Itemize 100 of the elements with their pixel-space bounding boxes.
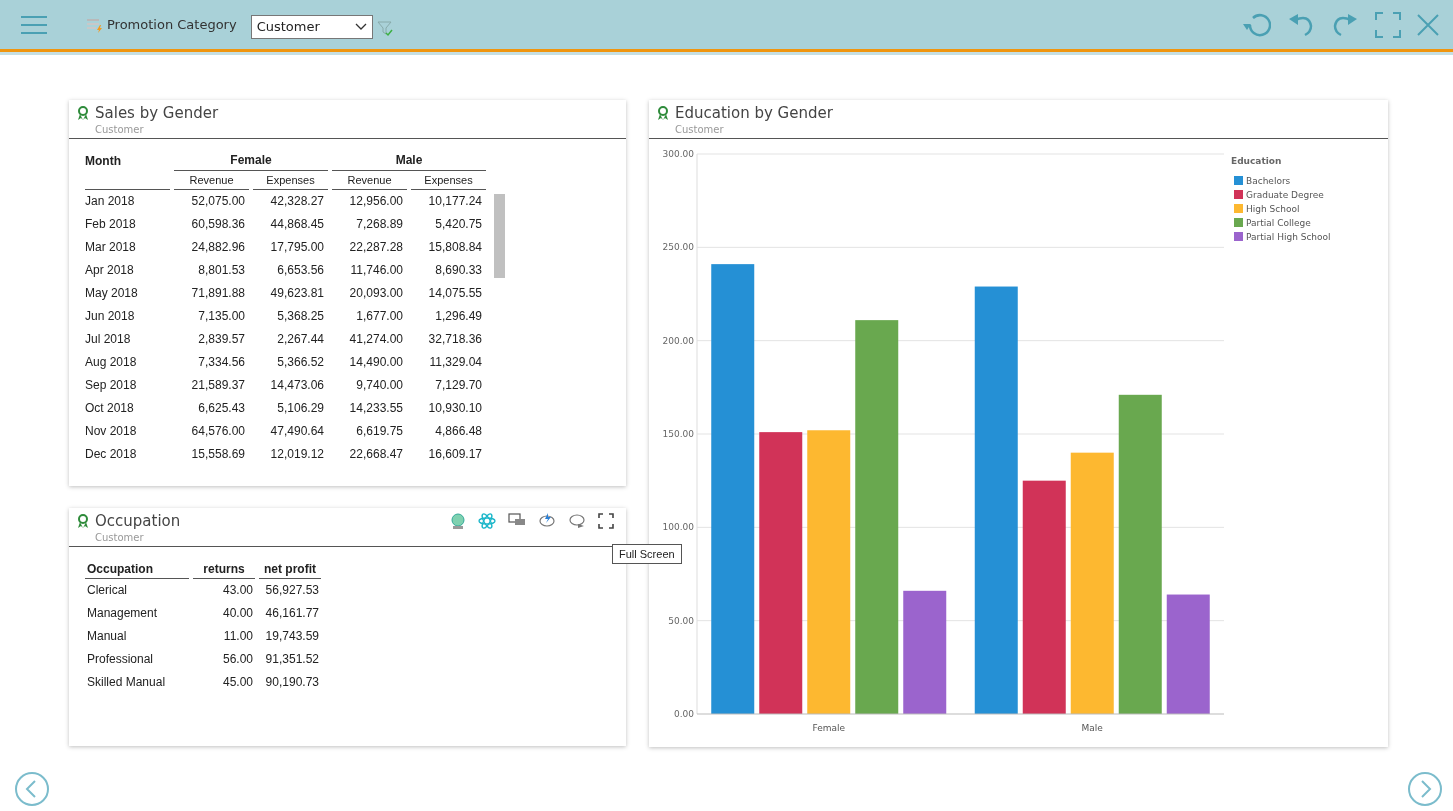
table-cell-text: 56,927.53 (264, 582, 320, 599)
panel-title: Education by Gender (675, 104, 833, 122)
axis-tick-label: 100.00 (662, 522, 694, 533)
table-cell-text: 7,268.89 (355, 216, 404, 233)
table-cell-text: Mar 2018 (85, 239, 137, 256)
legend-label: Partial College (1246, 218, 1311, 228)
table-cell-text: 71,891.88 (190, 285, 246, 302)
column-header: Month (85, 153, 122, 170)
table-cell-text: 6,619.75 (355, 423, 404, 440)
panel-subtitle: Customer (95, 124, 145, 135)
legend-title: Education (1231, 156, 1282, 166)
table-cell-text: 16,609.17 (427, 446, 483, 463)
table-cell-text: 22,668.47 (348, 446, 404, 463)
table-cell-text: 47,490.64 (269, 423, 325, 440)
lightning-loop-icon[interactable] (538, 513, 556, 529)
table-cell-text: 7,129.70 (434, 377, 483, 394)
axis-tick-label: 200.00 (662, 335, 694, 346)
filter-list-icon (87, 16, 103, 33)
table-cell-text: 11,746.00 (349, 262, 404, 279)
tooltip: Full Screen (612, 544, 682, 564)
table-cell-text: 5,106.29 (276, 400, 325, 417)
table-cell-text: Management (86, 605, 159, 622)
bar[interactable] (903, 590, 947, 714)
table-cell-text: 91,351.52 (264, 651, 320, 668)
column-header: Expenses (253, 171, 328, 190)
bar[interactable] (1166, 594, 1210, 714)
column-header: net profit (259, 559, 321, 579)
legend-label: High School (1246, 204, 1300, 214)
table-cell-text: 4,866.48 (434, 423, 483, 440)
fullscreen-icon[interactable] (598, 513, 614, 529)
atom-icon[interactable] (478, 513, 496, 529)
previous-button[interactable] (14, 771, 50, 807)
table-cell-text: Professional (86, 651, 155, 668)
funnel-check-icon[interactable] (376, 20, 393, 37)
chevron-down-icon (354, 22, 367, 31)
crystal-ball-icon[interactable] (450, 513, 466, 529)
table-cell-text: Apr 2018 (85, 262, 135, 279)
table-cell-text: 5,366.52 (276, 354, 325, 371)
category-label: Male (1081, 723, 1103, 733)
column-header: Revenue (174, 171, 249, 190)
bar[interactable] (1070, 452, 1114, 714)
table-cell-text: 14,473.06 (269, 377, 325, 394)
bar[interactable] (974, 286, 1018, 714)
table-cell-text: 6,625.43 (197, 400, 246, 417)
bar[interactable] (759, 432, 803, 714)
table-cell-text: Nov 2018 (85, 423, 138, 440)
column-header: Revenue (332, 171, 407, 190)
table-cell-text: 5,420.75 (434, 216, 483, 233)
column-header: Expenses (411, 171, 486, 190)
table-cell-text: 7,334.56 (197, 354, 246, 371)
table-cell-text: Oct 2018 (85, 400, 135, 417)
table-cell-text: 42,328.27 (269, 193, 325, 210)
column-header: returns (193, 559, 255, 579)
table-cell-text: Clerical (86, 582, 128, 599)
table-cell-text: 14,490.00 (348, 354, 404, 371)
table-cell-text: 8,690.33 (434, 262, 483, 279)
scrollbar-thumb[interactable] (494, 194, 505, 278)
filter-label: Promotion Category (107, 17, 237, 32)
ribbon-icon (657, 106, 669, 120)
table-cell-text: 12,956.00 (348, 193, 404, 210)
menu-icon[interactable] (21, 14, 47, 35)
panel-title: Occupation (95, 512, 181, 530)
redo-icon[interactable] (1331, 11, 1359, 38)
table-cell-text: 15,558.69 (190, 446, 246, 463)
table-cell-text: Jan 2018 (85, 193, 136, 210)
table-cell-text: 21,589.37 (190, 377, 246, 394)
table-cell-text: 32,718.36 (427, 331, 483, 348)
table-cell-text: May 2018 (85, 285, 139, 302)
table-cell-text: 2,839.57 (197, 331, 246, 348)
table-cell-text: 11,329.04 (428, 354, 483, 371)
column-group-header: Male (332, 151, 486, 171)
table-cell-text: 43.00 (221, 582, 254, 599)
table-cell-text: 5,368.25 (276, 308, 325, 325)
table-cell-text: Sep 2018 (85, 377, 138, 394)
next-button[interactable] (1407, 771, 1443, 807)
panel-subtitle: Customer (675, 124, 725, 135)
undo-icon[interactable] (1287, 11, 1315, 38)
bar[interactable] (855, 320, 899, 714)
table-cell-text: Manual (86, 628, 128, 645)
table-cell-text: 60,598.36 (190, 216, 246, 233)
filter-dropdown[interactable]: Customer (250, 14, 373, 39)
bar[interactable] (1118, 394, 1162, 714)
table-cell-text: 52,075.00 (190, 193, 246, 210)
bar[interactable] (711, 264, 755, 714)
table-cell-text: 24,882.96 (190, 239, 246, 256)
axis-tick-label: 50.00 (668, 615, 694, 626)
column-header: Occupation (85, 559, 189, 579)
table-cell-text: 22,287.28 (348, 239, 404, 256)
bar[interactable] (1022, 480, 1066, 714)
legend-label: Bachelors (1246, 176, 1291, 186)
close-icon[interactable] (1417, 13, 1439, 36)
table-cell-text: 6,653.56 (276, 262, 325, 279)
table-cell-text: 1,677.00 (355, 308, 404, 325)
axis-tick-label: 300.00 (662, 149, 694, 159)
table-cell-text: 2,267.44 (276, 331, 325, 348)
bar[interactable] (807, 430, 851, 714)
table-cell-text: 44,868.45 (269, 216, 325, 233)
ribbon-icon (77, 106, 89, 120)
table-cell-text: 9,740.00 (355, 377, 404, 394)
table-cell-text: 90,190.73 (264, 674, 320, 691)
